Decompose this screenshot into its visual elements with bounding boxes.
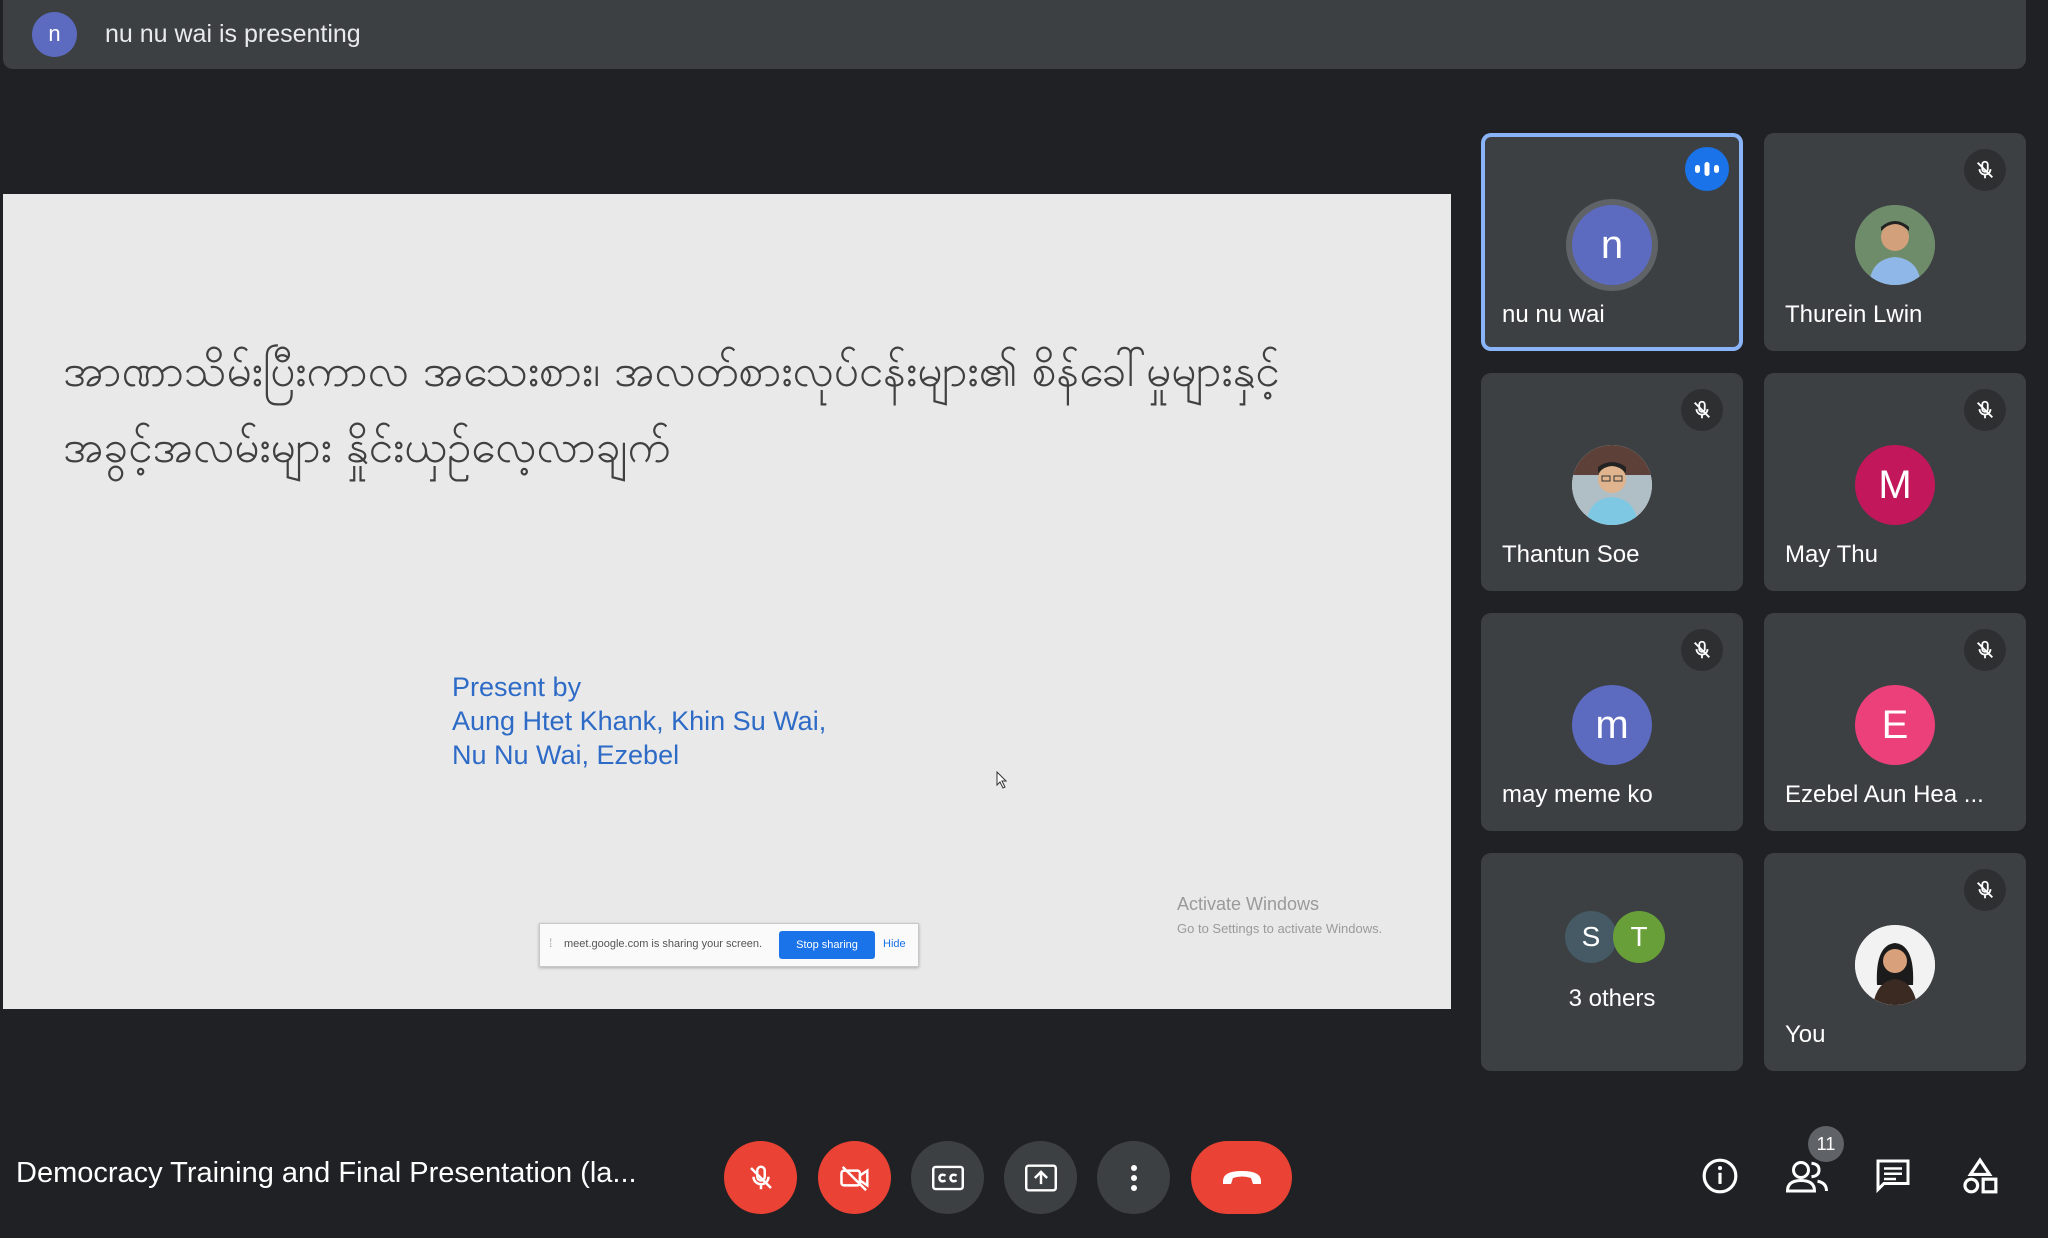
hide-notice-button[interactable]: Hide xyxy=(883,938,906,950)
participant-name: Thantun Soe xyxy=(1502,541,1640,568)
participant-tile[interactable]: E Ezebel Aun Hea ... xyxy=(1764,613,2026,831)
slide-title: အာဏာသိမ်းပြီးကာလ အသေးစား၊ အလတ်စားလုပ်ငန်… xyxy=(63,346,1280,473)
info-icon xyxy=(1702,1158,1738,1194)
end-call-button[interactable] xyxy=(1191,1141,1292,1214)
phone-hangup-icon xyxy=(1222,1170,1261,1184)
meeting-details-button[interactable] xyxy=(1695,1151,1745,1201)
avatar: E xyxy=(1855,685,1935,765)
others-avatars: S T xyxy=(1565,911,1675,963)
people-icon xyxy=(1786,1161,1828,1193)
share-notice-text: meet.google.com is sharing your screen. xyxy=(564,938,763,950)
mic-off-icon xyxy=(1681,629,1723,671)
credits-line-2: Aung Htet Khank, Khin Su Wai, xyxy=(452,706,827,736)
participant-tile[interactable]: Thurein Lwin xyxy=(1764,133,2026,351)
avatar: M xyxy=(1855,445,1935,525)
mic-toggle-button[interactable] xyxy=(724,1141,797,1214)
activities-button[interactable] xyxy=(1955,1151,2005,1201)
camera-toggle-button[interactable] xyxy=(818,1141,891,1214)
avatar: n xyxy=(1572,205,1652,285)
mic-off-icon xyxy=(1964,869,2006,911)
self-tile[interactable]: You xyxy=(1764,853,2026,1071)
watermark-title: Activate Windows xyxy=(1177,894,1320,914)
mouse-cursor-icon xyxy=(996,771,1008,789)
captions-icon xyxy=(931,1165,964,1190)
participant-name: may meme ko xyxy=(1502,781,1653,808)
participant-tile[interactable]: Thantun Soe xyxy=(1481,373,1743,591)
presenting-text: nu nu wai is presenting xyxy=(105,20,361,48)
captions-button[interactable] xyxy=(911,1141,984,1214)
avatar: m xyxy=(1572,685,1652,765)
screen-share-notice: ⁞ meet.google.com is sharing your screen… xyxy=(539,923,919,967)
participant-tile[interactable]: M May Thu xyxy=(1764,373,2026,591)
chat-icon xyxy=(1876,1159,1910,1194)
camera-off-icon xyxy=(839,1165,869,1191)
present-screen-icon xyxy=(1024,1163,1057,1192)
mic-off-icon xyxy=(1964,629,2006,671)
stop-sharing-button[interactable]: Stop sharing xyxy=(779,931,875,959)
chat-button[interactable] xyxy=(1868,1151,1918,1201)
speaking-indicator-icon xyxy=(1685,147,1729,191)
more-vert-icon xyxy=(1130,1164,1137,1191)
avatar xyxy=(1572,445,1652,525)
avatar: S xyxy=(1565,911,1617,963)
present-screen-button[interactable] xyxy=(1004,1141,1077,1214)
others-tile[interactable]: S T 3 others xyxy=(1481,853,1743,1071)
participant-name: You xyxy=(1785,1021,1826,1048)
others-label: 3 others xyxy=(1568,985,1656,1012)
mic-off-icon xyxy=(1681,389,1723,431)
participant-name: May Thu xyxy=(1785,541,1878,568)
avatar: T xyxy=(1613,911,1665,963)
participant-name: Thurein Lwin xyxy=(1785,301,1923,328)
meeting-title: Democracy Training and Final Presentatio… xyxy=(16,1157,637,1189)
participant-tile[interactable]: n nu nu wai xyxy=(1481,133,1743,351)
presenter-avatar: n xyxy=(32,12,77,57)
shared-screen: အာဏာသိမ်းပြီးကာလ အသေးစား၊ အလတ်စားလုပ်ငန်… xyxy=(3,194,1451,1009)
participant-tile[interactable]: m may meme ko xyxy=(1481,613,1743,831)
credits-line-1: Present by xyxy=(452,672,582,702)
mic-off-icon xyxy=(749,1164,772,1189)
more-options-button[interactable] xyxy=(1097,1141,1170,1214)
windows-activation-watermark: Activate Windows Go to Settings to activ… xyxy=(1177,894,1382,936)
activities-icon xyxy=(1963,1157,1998,1194)
credits-line-3: Nu Nu Wai, Ezebel xyxy=(452,740,680,770)
slide-credits: Present by Aung Htet Khank, Khin Su Wai,… xyxy=(452,670,826,772)
avatar xyxy=(1855,205,1935,285)
watermark-subtitle: Go to Settings to activate Windows. xyxy=(1177,921,1383,936)
participant-name: Ezebel Aun Hea ... xyxy=(1785,781,1984,808)
drag-handle-icon[interactable]: ⁞ xyxy=(549,936,552,950)
avatar xyxy=(1855,925,1935,1005)
participant-name: nu nu wai xyxy=(1502,301,1605,328)
people-count-badge: 11 xyxy=(1808,1126,1844,1162)
mic-off-icon xyxy=(1964,389,2006,431)
mic-off-icon xyxy=(1964,149,2006,191)
presenting-bar: n nu nu wai is presenting xyxy=(3,0,2026,69)
